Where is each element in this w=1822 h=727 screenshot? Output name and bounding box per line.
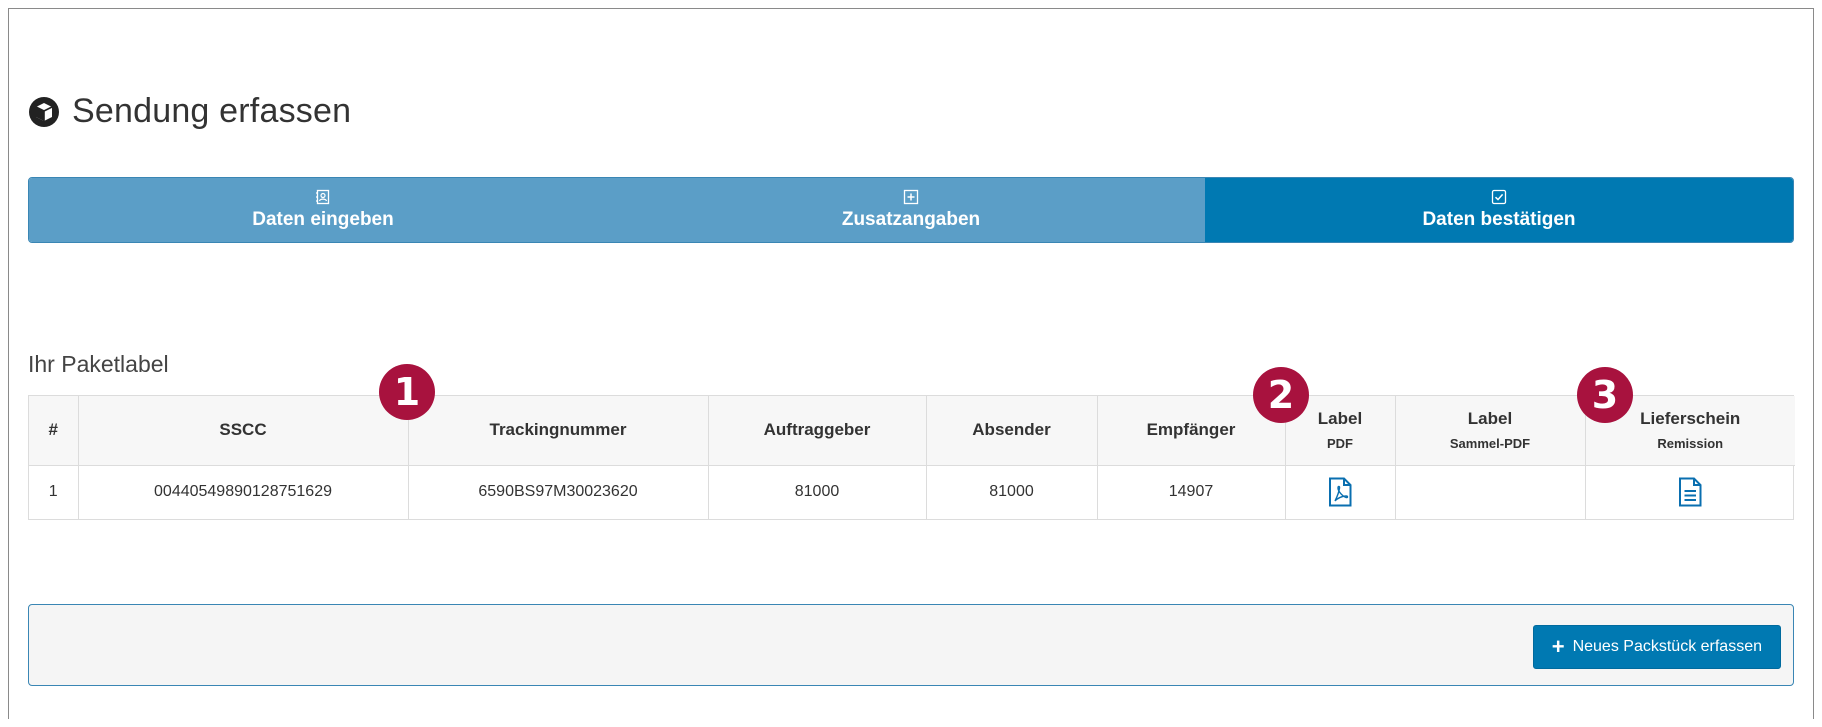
callout-badge-3: 3	[1577, 367, 1633, 423]
header-index: #	[29, 396, 79, 465]
page-title-text: Sendung erfassen	[72, 92, 352, 130]
check-square-icon	[1491, 189, 1507, 205]
wizard-step-label: Daten bestätigen	[1422, 209, 1576, 230]
pdf-file-icon[interactable]	[1327, 477, 1353, 507]
wizard-step-zusatzangaben[interactable]: Zusatzangaben	[617, 178, 1205, 242]
wizard-step-daten-eingeben[interactable]: Daten eingeben	[29, 178, 617, 242]
add-package-button[interactable]: + Neues Packstück erfassen	[1532, 625, 1781, 669]
cell-index: 1	[29, 465, 79, 519]
callout-badge-1: 1	[379, 364, 435, 420]
header-label-collective: Label Sammel-PDF	[1395, 396, 1586, 465]
package-label-table: # SSCC Trackingnummer Auftraggeber Absen…	[28, 395, 1795, 520]
plus-icon: +	[1551, 634, 1565, 659]
cell-tracking: 6590BS97M30023620	[408, 465, 709, 519]
cell-label-collective	[1395, 465, 1586, 519]
package-icon	[29, 96, 59, 127]
header-tracking: Trackingnummer	[408, 396, 709, 465]
header-label-collective-sub: Sammel-PDF	[1449, 435, 1531, 451]
action-bar: + Neues Packstück erfassen	[28, 604, 1794, 686]
page-title: Sendung erfassen	[28, 92, 351, 131]
header-client: Auftraggeber	[708, 396, 927, 465]
section-title: Ihr Paketlabel	[28, 351, 169, 377]
wizard-steps: Daten eingeben Zusatzangaben Daten bestä…	[28, 177, 1794, 243]
cell-sender: 81000	[926, 465, 1098, 519]
header-label-collective-main: Label	[1467, 409, 1513, 429]
callout-badge-2: 2	[1253, 367, 1309, 423]
header-label-pdf-sub: PDF	[1327, 435, 1353, 451]
header-delivery-note-sub: Remission	[1657, 435, 1724, 451]
document-icon[interactable]	[1677, 477, 1703, 507]
add-package-button-label: Neues Packstück erfassen	[1572, 638, 1762, 655]
cell-sscc: 00440549890128751629	[78, 465, 409, 519]
cell-client: 81000	[708, 465, 927, 519]
wizard-step-label: Daten eingeben	[252, 209, 394, 230]
header-label-pdf-main: Label	[1317, 409, 1363, 429]
cell-label-pdf	[1285, 465, 1396, 519]
table-header-row: # SSCC Trackingnummer Auftraggeber Absen…	[29, 396, 1795, 465]
table-row: 1 00440549890128751629 6590BS97M30023620…	[29, 465, 1795, 519]
contact-book-icon	[316, 189, 330, 205]
cell-delivery-note	[1585, 465, 1795, 519]
plus-square-icon	[903, 189, 919, 205]
cell-recipient: 14907	[1097, 465, 1286, 519]
wizard-step-daten-bestaetigen[interactable]: Daten bestätigen	[1205, 178, 1793, 242]
wizard-step-label: Zusatzangaben	[841, 209, 981, 230]
header-delivery-note-main: Lieferschein	[1640, 409, 1741, 429]
header-sender: Absender	[926, 396, 1098, 465]
header-sscc: SSCC	[78, 396, 409, 465]
